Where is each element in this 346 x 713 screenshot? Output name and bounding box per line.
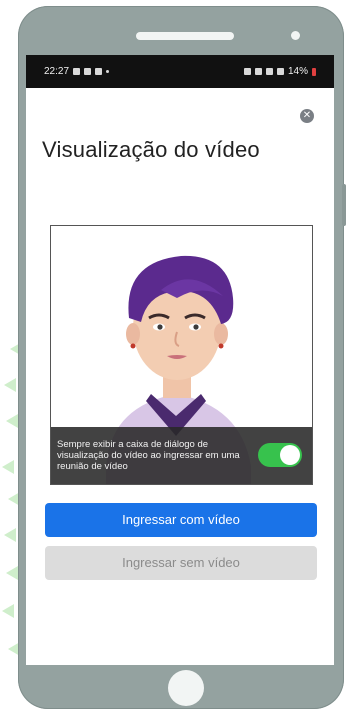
phone-screen: 22:27 14% ✕ Visualização do vídeo Sempre… <box>26 55 334 665</box>
battery-percent: 14% <box>287 66 308 77</box>
always-show-preview-label: Sempre exibir a caixa de diálogo de visu… <box>57 439 240 472</box>
status-time: 22:27 <box>44 66 70 77</box>
decorative-triangle <box>2 604 14 618</box>
decorative-triangle <box>2 460 14 474</box>
close-button[interactable]: ✕ <box>300 109 314 123</box>
status-bar-left: 22:27 <box>44 66 110 77</box>
join-without-video-button[interactable]: Ingressar sem vídeo <box>45 546 317 580</box>
toggle-knob <box>280 445 300 465</box>
side-button <box>342 184 346 226</box>
join-with-video-button[interactable]: Ingressar com vídeo <box>45 503 317 537</box>
notification-icon <box>84 68 92 75</box>
mute-icon <box>254 68 262 75</box>
more-notifications-icon <box>106 70 110 73</box>
signal-icon <box>276 68 284 75</box>
alarm-icon <box>243 68 251 75</box>
video-preview: Sempre exibir a caixa de diálogo de visu… <box>50 225 313 485</box>
gallery-icon <box>73 68 81 75</box>
download-icon <box>95 68 103 75</box>
battery-icon <box>312 67 316 76</box>
status-bar-right: 14% <box>243 66 316 77</box>
home-button[interactable] <box>168 670 204 706</box>
status-bar: 22:27 14% <box>26 55 334 88</box>
decorative-triangle <box>6 414 18 428</box>
decorative-triangle <box>4 528 16 542</box>
dialog-title: Visualização do vídeo <box>42 137 260 162</box>
front-camera-icon <box>291 31 300 40</box>
decorative-triangle <box>6 566 18 580</box>
speaker-grille <box>136 32 234 40</box>
always-show-preview-toggle[interactable] <box>258 443 302 467</box>
wifi-icon <box>265 68 273 75</box>
preview-settings-overlay: Sempre exibir a caixa de diálogo de visu… <box>51 427 312 484</box>
close-icon: ✕ <box>302 110 312 121</box>
decorative-triangle <box>4 378 16 392</box>
